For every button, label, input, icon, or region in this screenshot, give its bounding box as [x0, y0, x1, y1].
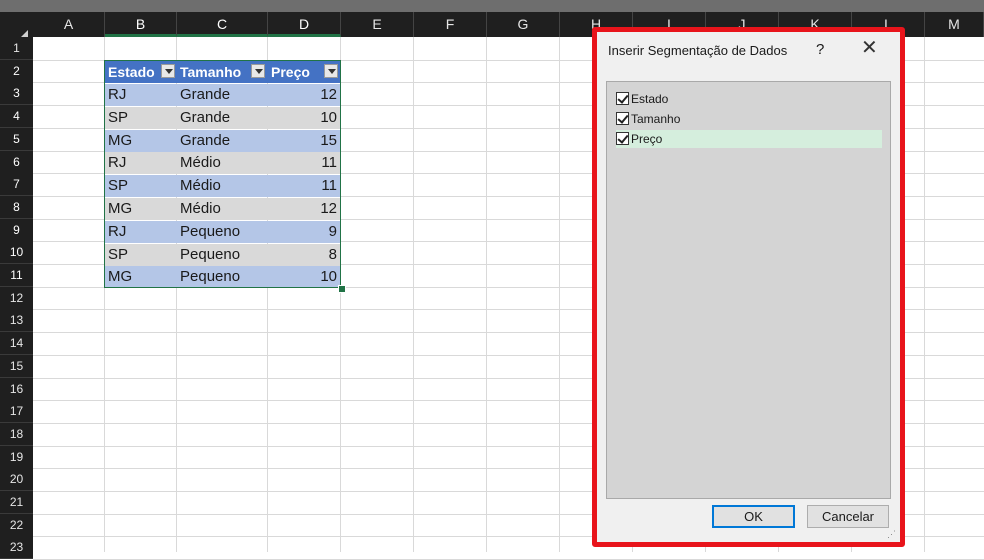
table-cell[interactable]: Pequeno: [177, 266, 268, 289]
grid-line: [413, 37, 414, 552]
cancel-button[interactable]: Cancelar: [807, 505, 889, 528]
grid-line: [340, 37, 341, 552]
row-header[interactable]: 3: [0, 82, 33, 106]
column-header-e[interactable]: E: [341, 12, 414, 37]
table-cell[interactable]: 11: [268, 152, 340, 175]
table-cell[interactable]: Grande: [177, 106, 268, 129]
help-button[interactable]: ?: [816, 41, 824, 58]
table-cell[interactable]: Pequeno: [177, 220, 268, 243]
column-header-m[interactable]: M: [925, 12, 984, 37]
row-header[interactable]: 22: [0, 513, 33, 537]
row-header[interactable]: 9: [0, 218, 33, 242]
row-header[interactable]: 21: [0, 491, 33, 514]
row-header[interactable]: 10: [0, 241, 33, 265]
column-header-a[interactable]: A: [33, 12, 105, 37]
row-header[interactable]: 4: [0, 105, 33, 129]
row-header[interactable]: 17: [0, 400, 33, 424]
table-cell[interactable]: 8: [268, 243, 340, 266]
row-header[interactable]: 20: [0, 468, 33, 492]
row-header[interactable]: 15: [0, 354, 33, 378]
row-header[interactable]: 14: [0, 332, 33, 356]
table-cell[interactable]: Médio: [177, 175, 268, 198]
table-cell[interactable]: 10: [268, 106, 340, 129]
row-header[interactable]: 23: [0, 536, 33, 560]
table-cell[interactable]: Médio: [177, 198, 268, 220]
column-header-d[interactable]: D: [268, 12, 341, 37]
table-cell[interactable]: SP: [105, 106, 177, 129]
row-header[interactable]: 18: [0, 422, 33, 446]
row-header[interactable]: 16: [0, 377, 33, 401]
table-cell[interactable]: MG: [105, 198, 177, 220]
table-cell[interactable]: 9: [268, 220, 340, 243]
row-header[interactable]: 7: [0, 173, 33, 197]
table-cell[interactable]: RJ: [105, 152, 177, 175]
row-header[interactable]: 19: [0, 445, 33, 469]
filter-dropdown-icon[interactable]: [161, 64, 175, 78]
ok-button[interactable]: OK: [712, 505, 795, 528]
row-header[interactable]: 12: [0, 286, 33, 310]
checkbox-tamanho[interactable]: [616, 112, 629, 125]
row-header[interactable]: 13: [0, 309, 33, 333]
column-header-f[interactable]: F: [414, 12, 487, 37]
insert-slicer-dialog: Inserir Segmentação de Dados ? ✕ Estado …: [597, 32, 900, 542]
grid-line: [486, 37, 487, 552]
select-all-corner[interactable]: [0, 12, 33, 44]
table-cell[interactable]: MG: [105, 129, 177, 152]
table-cell[interactable]: RJ: [105, 84, 177, 106]
field-list: Estado Tamanho Preço: [606, 81, 891, 499]
table-cell[interactable]: SP: [105, 243, 177, 266]
field-item-preco[interactable]: Preço: [616, 130, 882, 148]
checkbox-estado[interactable]: [616, 92, 629, 105]
table-cell[interactable]: MG: [105, 266, 177, 289]
table-cell[interactable]: 11: [268, 175, 340, 198]
filter-dropdown-icon[interactable]: [324, 64, 338, 78]
dialog-title: Inserir Segmentação de Dados: [608, 43, 788, 58]
row-header[interactable]: 5: [0, 127, 33, 151]
field-label: Tamanho: [631, 112, 681, 126]
grid-line: [559, 37, 560, 552]
row-header[interactable]: 11: [0, 264, 33, 287]
checkbox-preco[interactable]: [616, 132, 629, 145]
column-header-g[interactable]: G: [487, 12, 560, 37]
table-cell[interactable]: Pequeno: [177, 243, 268, 266]
table-cell[interactable]: SP: [105, 175, 177, 198]
table-cell[interactable]: 10: [268, 266, 340, 289]
table-cell[interactable]: Grande: [177, 84, 268, 106]
column-header-c[interactable]: C: [177, 12, 268, 37]
column-header-b[interactable]: B: [105, 12, 177, 37]
row-header[interactable]: 6: [0, 150, 33, 174]
table-cell[interactable]: 15: [268, 129, 340, 152]
resize-grip-icon[interactable]: ⋰: [887, 529, 896, 540]
field-label: Estado: [631, 92, 669, 106]
table-cell[interactable]: Grande: [177, 129, 268, 152]
table-cell[interactable]: RJ: [105, 220, 177, 243]
grid-line: [924, 37, 925, 552]
fill-handle[interactable]: [338, 285, 346, 293]
table-cell[interactable]: 12: [268, 198, 340, 220]
table-cell[interactable]: 12: [268, 84, 340, 106]
row-header[interactable]: 8: [0, 195, 33, 219]
close-button[interactable]: ✕: [861, 38, 878, 58]
row-header[interactable]: 1: [0, 37, 33, 60]
row-header[interactable]: 2: [0, 59, 33, 83]
table-cell[interactable]: Médio: [177, 152, 268, 175]
field-label: Preço: [631, 132, 663, 146]
top-bar: [0, 0, 984, 12]
filter-dropdown-icon[interactable]: [251, 64, 265, 78]
